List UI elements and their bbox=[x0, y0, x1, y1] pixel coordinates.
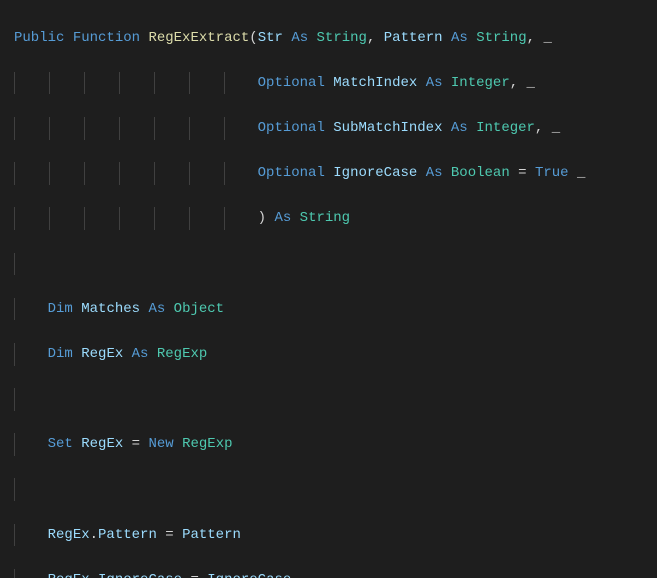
indent bbox=[14, 527, 48, 543]
code-line: Optional IgnoreCase As Boolean = True _ bbox=[14, 162, 657, 185]
paren-open: ( bbox=[249, 30, 257, 46]
paren-close: ) bbox=[258, 210, 275, 226]
line-continuation: _ bbox=[527, 75, 535, 91]
type: Integer bbox=[451, 75, 510, 91]
type: String bbox=[476, 30, 526, 46]
space bbox=[569, 165, 577, 181]
equals: = bbox=[123, 436, 148, 452]
keyword-optional: Optional bbox=[258, 120, 325, 136]
code-line: Optional SubMatchIndex As Integer, _ bbox=[14, 117, 657, 140]
indent bbox=[14, 346, 48, 362]
object: RegEx bbox=[48, 572, 90, 578]
keyword-public: Public bbox=[14, 30, 64, 46]
space bbox=[165, 301, 173, 317]
comma: , bbox=[510, 75, 527, 91]
keyword-optional: Optional bbox=[258, 165, 325, 181]
equals: = bbox=[510, 165, 535, 181]
blank-line bbox=[14, 478, 657, 501]
param: Pattern bbox=[384, 30, 443, 46]
keyword-as: As bbox=[451, 120, 468, 136]
type: RegExp bbox=[157, 346, 207, 362]
code-editor[interactable]: Public Function RegExExtract(Str As Stri… bbox=[0, 0, 657, 578]
keyword-new: New bbox=[148, 436, 173, 452]
space bbox=[123, 346, 131, 362]
indent bbox=[14, 120, 258, 136]
object: RegEx bbox=[48, 527, 90, 543]
param: SubMatchIndex bbox=[333, 120, 442, 136]
indent bbox=[14, 165, 258, 181]
variable: Pattern bbox=[182, 527, 241, 543]
code-line: Public Function RegExExtract(Str As Stri… bbox=[14, 27, 657, 50]
param: MatchIndex bbox=[333, 75, 417, 91]
keyword-true: True bbox=[535, 165, 569, 181]
keyword-dim: Dim bbox=[48, 346, 73, 362]
keyword-as: As bbox=[291, 30, 308, 46]
equals: = bbox=[182, 572, 207, 578]
param: Str bbox=[258, 30, 283, 46]
indent bbox=[14, 572, 48, 578]
indent bbox=[14, 75, 258, 91]
blank-line bbox=[14, 253, 657, 276]
indent bbox=[14, 301, 48, 317]
comma: , bbox=[527, 30, 544, 46]
function-name: RegExExtract bbox=[148, 30, 249, 46]
type: String bbox=[300, 210, 350, 226]
keyword-as: As bbox=[148, 301, 165, 317]
keyword-set: Set bbox=[48, 436, 73, 452]
keyword-function: Function bbox=[73, 30, 140, 46]
variable: RegEx bbox=[81, 436, 123, 452]
code-line: ) As String bbox=[14, 207, 657, 230]
comma: , bbox=[535, 120, 552, 136]
space bbox=[291, 210, 299, 226]
type: String bbox=[317, 30, 367, 46]
indent bbox=[14, 436, 48, 452]
variable: RegEx bbox=[81, 346, 123, 362]
keyword-as: As bbox=[132, 346, 149, 362]
keyword-optional: Optional bbox=[258, 75, 325, 91]
type: Boolean bbox=[451, 165, 510, 181]
space bbox=[73, 436, 81, 452]
equals: = bbox=[157, 527, 182, 543]
comma: , bbox=[367, 30, 384, 46]
variable: IgnoreCase bbox=[207, 572, 291, 578]
space bbox=[174, 436, 182, 452]
code-line: Dim Matches As Object bbox=[14, 298, 657, 321]
code-line: RegEx.Pattern = Pattern bbox=[14, 524, 657, 547]
space bbox=[148, 346, 156, 362]
indent bbox=[14, 210, 258, 226]
variable: Matches bbox=[81, 301, 140, 317]
code-line: RegEx.IgnoreCase = IgnoreCase bbox=[14, 569, 657, 578]
type: Object bbox=[174, 301, 224, 317]
blank-line bbox=[14, 388, 657, 411]
code-line: Optional MatchIndex As Integer, _ bbox=[14, 72, 657, 95]
type: Integer bbox=[476, 120, 535, 136]
dot: . bbox=[90, 527, 98, 543]
space bbox=[73, 301, 81, 317]
param: IgnoreCase bbox=[333, 165, 417, 181]
line-continuation: _ bbox=[552, 120, 560, 136]
dot: . bbox=[90, 572, 98, 578]
code-line: Set RegEx = New RegExp bbox=[14, 433, 657, 456]
property: Pattern bbox=[98, 527, 157, 543]
property: IgnoreCase bbox=[98, 572, 182, 578]
keyword-as: As bbox=[274, 210, 291, 226]
keyword-as: As bbox=[426, 75, 443, 91]
line-continuation: _ bbox=[543, 30, 551, 46]
keyword-as: As bbox=[451, 30, 468, 46]
type: RegExp bbox=[182, 436, 232, 452]
keyword-as: As bbox=[426, 165, 443, 181]
keyword-dim: Dim bbox=[48, 301, 73, 317]
code-line: Dim RegEx As RegExp bbox=[14, 343, 657, 366]
line-continuation: _ bbox=[577, 165, 585, 181]
space bbox=[73, 346, 81, 362]
